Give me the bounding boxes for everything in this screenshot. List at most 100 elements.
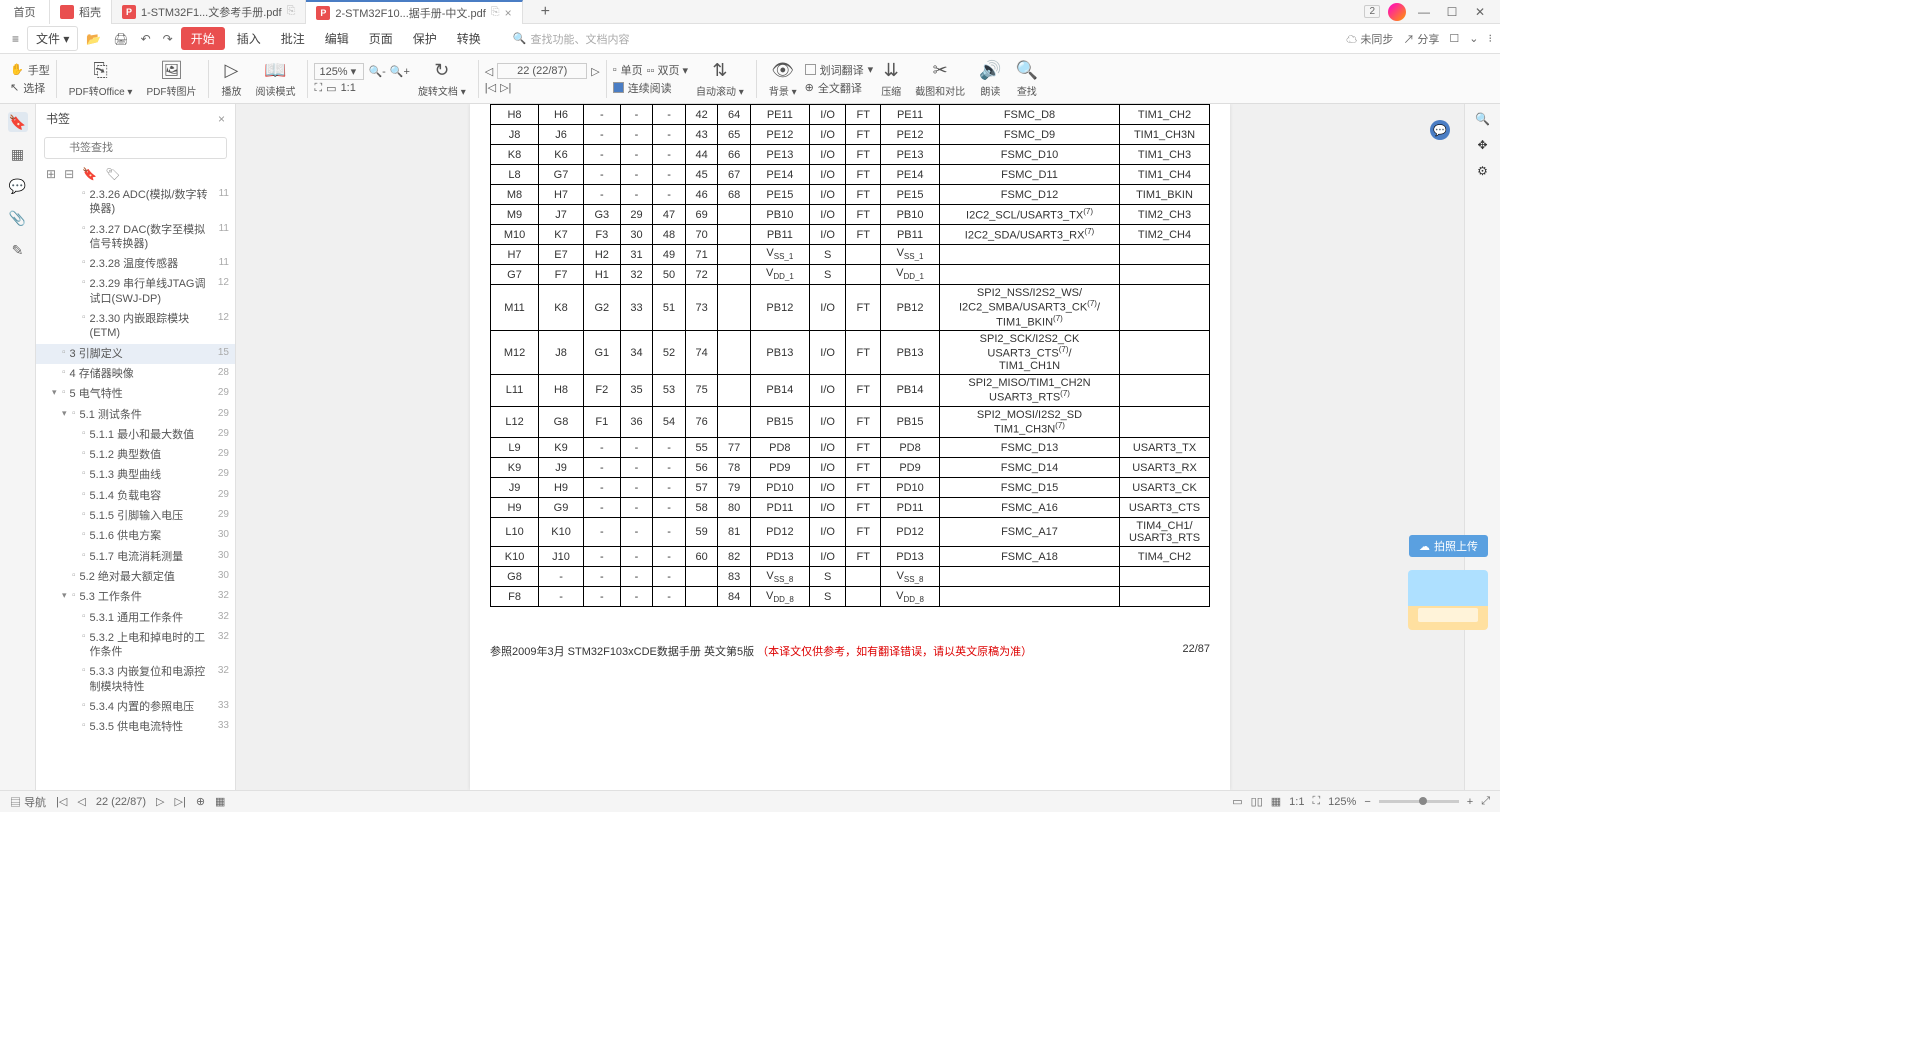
continuous-read[interactable]: 连续阅读 — [613, 80, 688, 96]
bookmark-nav-icon[interactable]: 🏷 — [105, 167, 120, 181]
select-tool[interactable]: ↖ 选择 — [10, 80, 50, 96]
float-assistant-icon[interactable]: 💬 — [1430, 120, 1450, 140]
bookmark-item[interactable]: ▫2.3.29 串行单线JTAG调试口(SWJ-DP)12 — [36, 274, 235, 309]
collapse-all-icon[interactable]: ⊟ — [64, 167, 74, 181]
pdf-to-image[interactable]: 🖼PDF转图片 — [140, 60, 202, 98]
bookmark-item[interactable]: ▫3 引脚定义15 — [36, 344, 235, 364]
page-input[interactable]: 22 (22/87) — [497, 63, 587, 79]
nav-toggle[interactable]: ▤ 导航 — [10, 794, 46, 810]
maximize-icon[interactable]: ☐ — [1442, 2, 1462, 22]
sb-view[interactable]: ▦ — [215, 795, 225, 808]
overflow-icon[interactable]: ⁝ — [1489, 32, 1493, 45]
menu-edit[interactable]: 编辑 — [317, 27, 357, 50]
sb-next[interactable]: ▷ — [156, 795, 164, 808]
attachment-panel-icon[interactable]: 📎 — [8, 208, 28, 228]
sb-layout4[interactable]: 1:1 — [1289, 796, 1304, 808]
find[interactable]: 🔍查找 — [1010, 60, 1044, 98]
tab-docke[interactable]: 稻壳 — [50, 0, 112, 24]
sb-fit[interactable]: ⛶ — [1312, 795, 1320, 808]
undo-icon[interactable]: ↶ — [137, 32, 155, 46]
word-translate[interactable]: 划词翻译 ▾ — [805, 62, 874, 78]
bookmark-add-icon[interactable]: 🔖 — [82, 167, 97, 181]
open-icon[interactable]: 📂 — [82, 32, 105, 46]
bookmark-item[interactable]: ▫5.3.4 内置的参照电压33 — [36, 697, 235, 717]
tab-pdf1[interactable]: P1-STM32F1...文参考手册.pdf⎘ — [112, 0, 306, 24]
select-icon[interactable]: ✥ — [1477, 138, 1487, 152]
read-aloud[interactable]: 🔊朗读 — [973, 60, 1007, 98]
bookmark-item[interactable]: ▾▫5.1 测试条件29 — [36, 405, 235, 425]
tab-home[interactable]: 首页 — [0, 0, 50, 24]
bookmark-item[interactable]: ▫5.1.4 负载电容29 — [36, 486, 235, 506]
sb-last[interactable]: ▷| — [174, 795, 185, 808]
file-menu[interactable]: 文件 ▾ — [27, 26, 78, 51]
document-area[interactable]: H8H6---4264PE11I/OFTPE11FSMC_D8TIM1_CH2J… — [236, 104, 1464, 790]
tools-icon[interactable]: 🔍 — [1475, 112, 1490, 126]
bookmark-item[interactable]: ▫2.3.28 温度传感器11 — [36, 254, 235, 274]
prev-page[interactable]: ◁ — [485, 65, 493, 78]
double-page[interactable]: ▫▫ 双页 ▾ — [647, 62, 688, 78]
share-button[interactable]: ↗ 分享 — [1403, 31, 1439, 47]
last-page[interactable]: ▷| — [500, 81, 511, 94]
expand-all-icon[interactable]: ⊞ — [46, 167, 56, 181]
pdf-to-office[interactable]: ⎘PDF转Office ▾ — [63, 60, 139, 98]
comment-panel-icon[interactable]: 💬 — [8, 176, 28, 196]
bookmark-item[interactable]: ▫5.1.1 最小和最大数值29 — [36, 425, 235, 445]
bookmark-item[interactable]: ▫5.3.3 内嵌复位和电源控制模块特性32 — [36, 662, 235, 697]
screenshot[interactable]: ✂截图和对比 — [909, 60, 971, 98]
print-icon[interactable]: 🖨 — [109, 32, 132, 46]
actual-size-icon[interactable]: 1:1 — [341, 82, 356, 94]
fit-page-icon[interactable]: ▭ — [326, 82, 336, 95]
search-box[interactable]: 🔍 查找功能、文档内容 — [513, 31, 630, 47]
bookmark-item[interactable]: ▫2.3.27 DAC(数字至模拟信号转换器)11 — [36, 220, 235, 255]
zoom-select[interactable]: 125% ▾ — [314, 63, 364, 80]
sb-marker[interactable]: ⊕ — [196, 795, 205, 808]
more-icon[interactable]: ☐ — [1449, 32, 1459, 45]
bookmark-item[interactable]: ▫5.1.2 典型数值29 — [36, 445, 235, 465]
menu-protect[interactable]: 保护 — [405, 27, 445, 50]
new-tab[interactable]: + — [523, 0, 568, 24]
single-page[interactable]: ▫ 单页 ▫▫ 双页 ▾ — [613, 62, 688, 78]
float-upload-button[interactable]: ☁ 拍照上传 — [1409, 535, 1488, 557]
sb-layout1[interactable]: ▭ — [1232, 795, 1242, 808]
bookmark-item[interactable]: ▾▫5.3 工作条件32 — [36, 587, 235, 607]
compress[interactable]: ⇊压缩 — [875, 60, 907, 98]
hand-tool[interactable]: ✋ 手型 — [10, 62, 50, 78]
bookmark-item[interactable]: ▫5.3.2 上电和掉电时的工作条件32 — [36, 628, 235, 663]
sidebar-close-icon[interactable]: × — [218, 112, 225, 126]
read-mode[interactable]: 📖阅读模式 — [249, 60, 301, 98]
next-page[interactable]: ▷ — [591, 65, 599, 78]
sb-zoom-in[interactable]: + — [1467, 796, 1473, 808]
tab-pdf2[interactable]: P2-STM32F10...据手册-中文.pdf⎘× — [306, 0, 522, 24]
collapse-icon[interactable]: ⌄ — [1469, 32, 1478, 45]
menu-icon[interactable]: ≡ — [8, 32, 23, 46]
menu-convert[interactable]: 转换 — [449, 27, 489, 50]
bookmark-item[interactable]: ▫2.3.26 ADC(模拟/数字转换器)11 — [36, 185, 235, 220]
bookmark-item[interactable]: ▫5.1.3 典型曲线29 — [36, 465, 235, 485]
bookmark-item[interactable]: ▾▫5 电气特性29 — [36, 384, 235, 404]
menu-page[interactable]: 页面 — [361, 27, 401, 50]
rotate[interactable]: ↻旋转文档 ▾ — [412, 60, 472, 98]
auto-scroll[interactable]: ⇅自动滚动 ▾ — [690, 60, 750, 98]
menu-insert[interactable]: 插入 — [229, 27, 269, 50]
redo-icon[interactable]: ↷ — [159, 32, 177, 46]
bookmark-search-input[interactable] — [44, 137, 227, 159]
avatar[interactable] — [1388, 3, 1406, 21]
sb-page[interactable]: 22 (22/87) — [96, 796, 146, 808]
zoom-slider[interactable] — [1379, 800, 1459, 803]
bookmark-item[interactable]: ▫2.3.30 内嵌跟踪模块(ETM)12 — [36, 309, 235, 344]
bookmark-item[interactable]: ▫5.1.7 电流消耗测量30 — [36, 547, 235, 567]
menu-annotate[interactable]: 批注 — [273, 27, 313, 50]
start-menu[interactable]: 开始 — [181, 27, 225, 50]
notification-badge[interactable]: 2 — [1364, 5, 1380, 18]
bookmark-item[interactable]: ▫4 存储器映像28 — [36, 364, 235, 384]
bookmark-item[interactable]: ▫5.3.1 通用工作条件32 — [36, 608, 235, 628]
settings-icon[interactable]: ⚙ — [1477, 164, 1488, 178]
bookmark-panel-icon[interactable]: 🔖 — [8, 112, 28, 132]
sync-status[interactable]: ☁ 未同步 — [1346, 31, 1393, 47]
bookmark-item[interactable]: ▫5.2 绝对最大额定值30 — [36, 567, 235, 587]
sb-fullscreen[interactable]: ⤢ — [1481, 795, 1490, 808]
zoom-in-icon[interactable]: 🔍+ — [390, 65, 410, 78]
sb-first[interactable]: |◁ — [56, 795, 67, 808]
signature-panel-icon[interactable]: ✎ — [8, 240, 28, 260]
bookmark-item[interactable]: ▫5.1.5 引脚输入电压29 — [36, 506, 235, 526]
